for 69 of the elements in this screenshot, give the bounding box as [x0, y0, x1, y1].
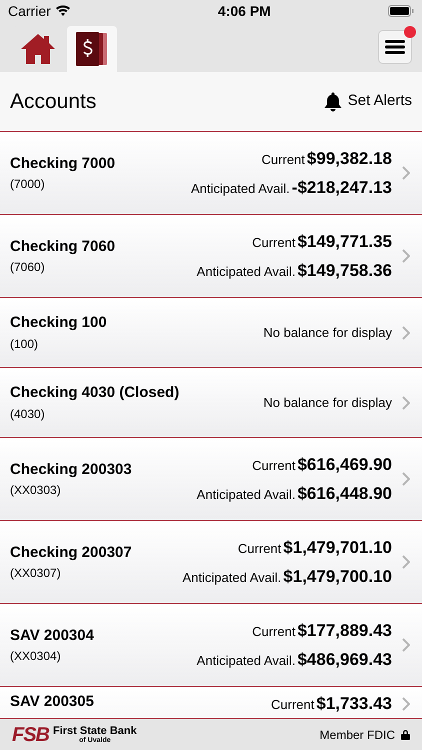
chevron-icon: [402, 326, 410, 340]
current-amount: $99,382.18: [306, 148, 392, 170]
carrier-label: Carrier: [8, 2, 51, 20]
anticipated-amount: $149,758.36: [297, 260, 392, 282]
lock-icon: [401, 729, 410, 740]
chevron-icon: [402, 472, 410, 486]
dollar-cards-icon: [76, 32, 108, 66]
accounts-tab[interactable]: [67, 26, 117, 72]
account-row[interactable]: SAV 200304 (XX0304) Current$177,889.43 Anticipated Avail.$486,969.43: [0, 604, 422, 687]
battery-icon: [388, 5, 414, 17]
account-name: Checking 7000: [10, 154, 116, 174]
bank-name: First State Bank: [53, 726, 137, 736]
anticipated-amount: $1,479,700.10: [283, 566, 392, 588]
account-name: Checking 100: [10, 313, 107, 334]
anticipated-label: Anticipated Avail.: [196, 263, 296, 281]
anticipated-label: Anticipated Avail.: [196, 486, 296, 504]
anticipated-label: Anticipated Avail.: [191, 180, 290, 198]
anticipated-amount: $616,448.90: [297, 483, 392, 505]
account-row[interactable]: Checking 7000 (7000) Current$99,382.18 Anticipated Avail.-$218,247.13: [0, 132, 422, 215]
page-title: Accounts: [10, 88, 96, 115]
account-name: Checking 7060: [10, 236, 116, 257]
current-amount: $149,771.35: [297, 230, 392, 252]
anticipated-label: Anticipated Avail.: [196, 652, 296, 670]
chevron-icon: [402, 555, 410, 569]
account-name: Checking 4030 (Closed): [10, 383, 180, 404]
no-balance-text: No balance for display: [263, 324, 392, 342]
account-name: Checking 200307: [10, 542, 132, 563]
account-number: (XX0304): [10, 648, 62, 666]
account-row[interactable]: Checking 4030 (Closed) (4030) No balance for display: [0, 368, 422, 438]
chevron-icon: [402, 166, 410, 180]
current-amount: $1,479,701.10: [283, 536, 392, 558]
account-name: SAV 200304: [10, 626, 94, 646]
account-number: (XX0307): [10, 565, 62, 582]
chevron-icon: [402, 249, 410, 263]
chevron-icon: [402, 696, 410, 711]
account-row[interactable]: Checking 100 (100) No balance for display: [0, 298, 422, 368]
bell-icon: [324, 92, 342, 112]
account-name: Checking 200303: [10, 460, 132, 480]
account-number: (7000): [10, 176, 46, 194]
clock-time: 4:06 PM: [218, 2, 271, 20]
set-alerts-button[interactable]: Set Alerts: [324, 90, 412, 113]
current-label: Current: [262, 150, 305, 168]
account-name: SAV 200305: [10, 692, 94, 712]
menu-icon: [385, 39, 405, 55]
logo-mark: FSB: [12, 724, 49, 744]
house-icon: [20, 33, 56, 65]
account-number: (4030): [10, 406, 46, 423]
current-amount: $616,469.90: [297, 454, 392, 476]
chevron-icon: [402, 396, 410, 410]
current-label: Current: [252, 456, 296, 474]
current-amount: $177,889.43: [297, 620, 392, 642]
chevron-icon: [402, 638, 410, 652]
account-row[interactable]: Checking 200307 (XX0307) Current$1,479,701.10 Anticipated Avail.$1,479,700.10: [0, 521, 422, 604]
account-row[interactable]: Checking 7060 (7060) Current$149,771.35 Anticipated Avail.$149,758.36: [0, 215, 422, 298]
anticipated-amount: $486,969.43: [297, 649, 392, 671]
current-label: Current: [271, 696, 314, 714]
account-number: (100): [10, 336, 40, 353]
no-balance-text: No balance for display: [263, 394, 392, 412]
current-label: Current: [252, 234, 296, 252]
account-row[interactable]: Checking 200303 (XX0303) Current$616,469.90 Anticipated Avail.$616,448.90: [0, 438, 422, 521]
anticipated-label: Anticipated Avail.: [182, 569, 282, 587]
fdic-label: Member FDIC: [320, 726, 395, 744]
current-amount: $1,733.43: [316, 693, 392, 715]
current-label: Current: [238, 540, 282, 558]
anticipated-amount: -$218,247.13: [292, 177, 392, 199]
wifi-icon: [54, 5, 71, 17]
account-number: (XX0303): [10, 482, 62, 500]
current-label: Current: [252, 622, 296, 640]
account-number: (7060): [10, 259, 46, 276]
